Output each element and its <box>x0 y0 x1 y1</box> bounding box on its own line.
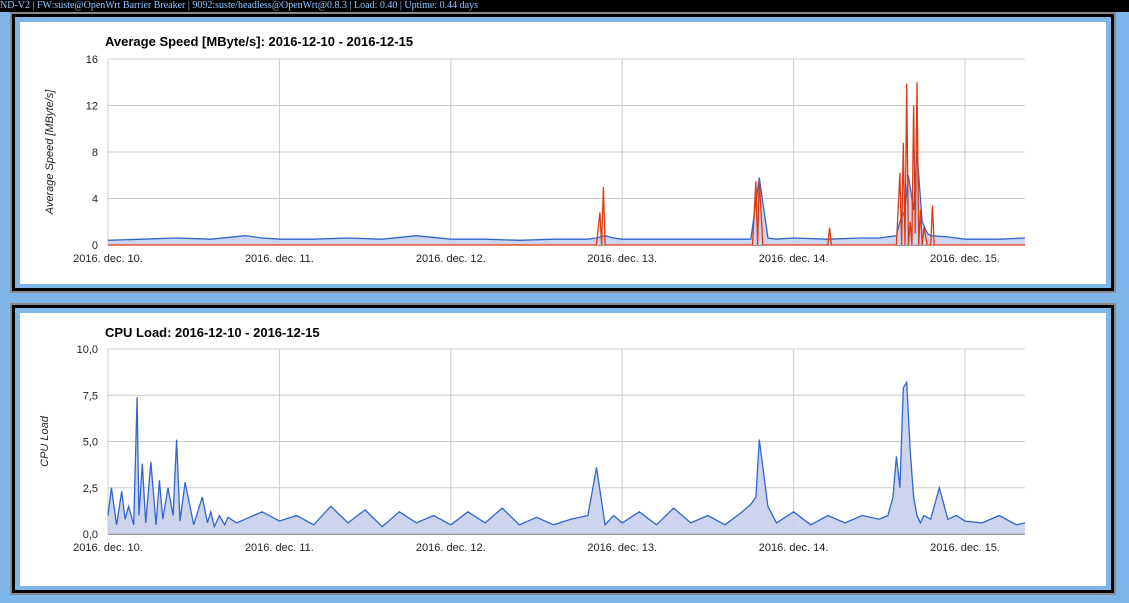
speed-chart: Average Speed [MByte/s]: 2016-12-10 - 20… <box>20 22 1106 284</box>
cpu-chart-panel: CPU Load: 2016-12-10 - 2016-12-15 0,0 2,5 5… <box>10 303 1116 595</box>
y-tick-label: 4 <box>92 194 98 206</box>
series-line <box>107 151 1026 241</box>
y-tick-label: 10,0 <box>77 344 98 356</box>
x-tick-label: 2016. dec. 13. <box>587 253 657 265</box>
x-tick-label: 2016. dec. 10. <box>73 253 143 265</box>
y-axis-label: Average Speed [MByte/s] <box>44 89 56 215</box>
x-tick-label: 2016. dec. 11. <box>245 253 314 265</box>
chart-title: CPU Load: 2016-12-10 - 2016-12-15 <box>105 325 320 340</box>
series-line <box>107 380 1026 529</box>
y-tick-label: 16 <box>86 54 98 66</box>
x-tick-label: 2016. dec. 11. <box>245 542 314 554</box>
y-tick-label: 2,5 <box>83 483 98 495</box>
cpu-chart: CPU Load: 2016-12-10 - 2016-12-15 0,0 2,5 5… <box>20 313 1106 586</box>
y-tick-label: 7,5 <box>83 390 98 402</box>
speed-chart-panel: Average Speed [MByte/s]: 2016-12-10 - 20… <box>10 12 1116 293</box>
x-tick-label: 2016. dec. 12. <box>416 253 486 265</box>
y-tick-label: 12 <box>86 101 98 113</box>
x-tick-label: 2016. dec. 13. <box>587 542 657 554</box>
status-bar: ND-V2 | FW:suste@OpenWrt Barrier Breaker… <box>0 0 1129 12</box>
x-tick-label: 2016. dec. 10. <box>73 542 143 554</box>
series-line <box>108 82 1025 246</box>
x-tick-label: 2016. dec. 15. <box>930 253 1000 265</box>
x-tick-label: 2016. dec. 14. <box>759 542 829 554</box>
y-axis-label: CPU Load <box>39 415 51 467</box>
y-tick-label: 8 <box>92 147 98 159</box>
series-area <box>108 382 1025 534</box>
x-tick-label: 2016. dec. 14. <box>759 253 829 265</box>
x-tick-label: 2016. dec. 15. <box>930 542 1000 554</box>
y-tick-label: 5,0 <box>83 437 98 449</box>
y-tick-label: 0,0 <box>83 529 98 541</box>
y-tick-label: 0 <box>92 240 98 252</box>
x-tick-label: 2016. dec. 12. <box>416 542 486 554</box>
chart-title: Average Speed [MByte/s]: 2016-12-10 - 20… <box>105 34 413 49</box>
